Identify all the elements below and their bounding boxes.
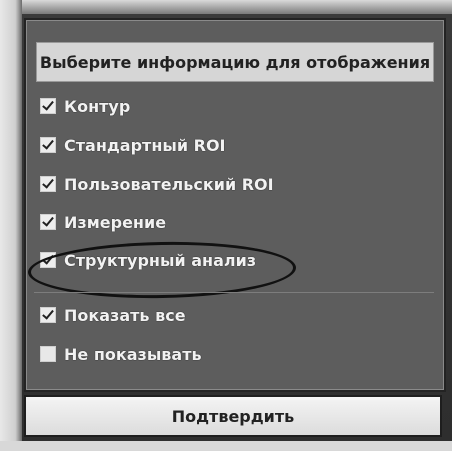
show-all-checkbox[interactable]: [40, 307, 56, 323]
option-label: Стандартный ROI: [64, 135, 226, 155]
display-options-panel: Выберите информацию для отображения Конт…: [24, 18, 446, 392]
bottom-edge: [0, 441, 452, 451]
contour-checkbox[interactable]: [40, 98, 56, 114]
option-custom-roi[interactable]: Пользовательский ROI: [40, 170, 274, 198]
left-edge: [0, 0, 22, 451]
option-label: Контур: [64, 96, 131, 116]
option-label: Измерение: [64, 212, 167, 232]
measurement-checkbox[interactable]: [40, 214, 56, 230]
option-measurement[interactable]: Измерение: [40, 208, 166, 236]
standard-roi-checkbox[interactable]: [40, 137, 56, 153]
panel-title: Выберите информацию для отображения: [36, 42, 434, 82]
show-none-checkbox[interactable]: [40, 346, 56, 362]
option-show-none[interactable]: Не показывать: [40, 340, 202, 368]
dialog-frame: Выберите информацию для отображения Конт…: [0, 0, 452, 451]
top-edge: [22, 0, 452, 14]
confirm-button[interactable]: Подтвердить: [24, 395, 442, 437]
custom-roi-checkbox[interactable]: [40, 176, 56, 192]
option-show-all[interactable]: Показать все: [40, 301, 186, 329]
option-contour[interactable]: Контур: [40, 92, 130, 120]
option-label: Не показывать: [64, 344, 202, 364]
option-label: Пользовательский ROI: [64, 174, 274, 194]
divider: [34, 292, 434, 293]
option-label: Показать все: [64, 305, 186, 325]
option-standard-roi[interactable]: Стандартный ROI: [40, 131, 226, 159]
